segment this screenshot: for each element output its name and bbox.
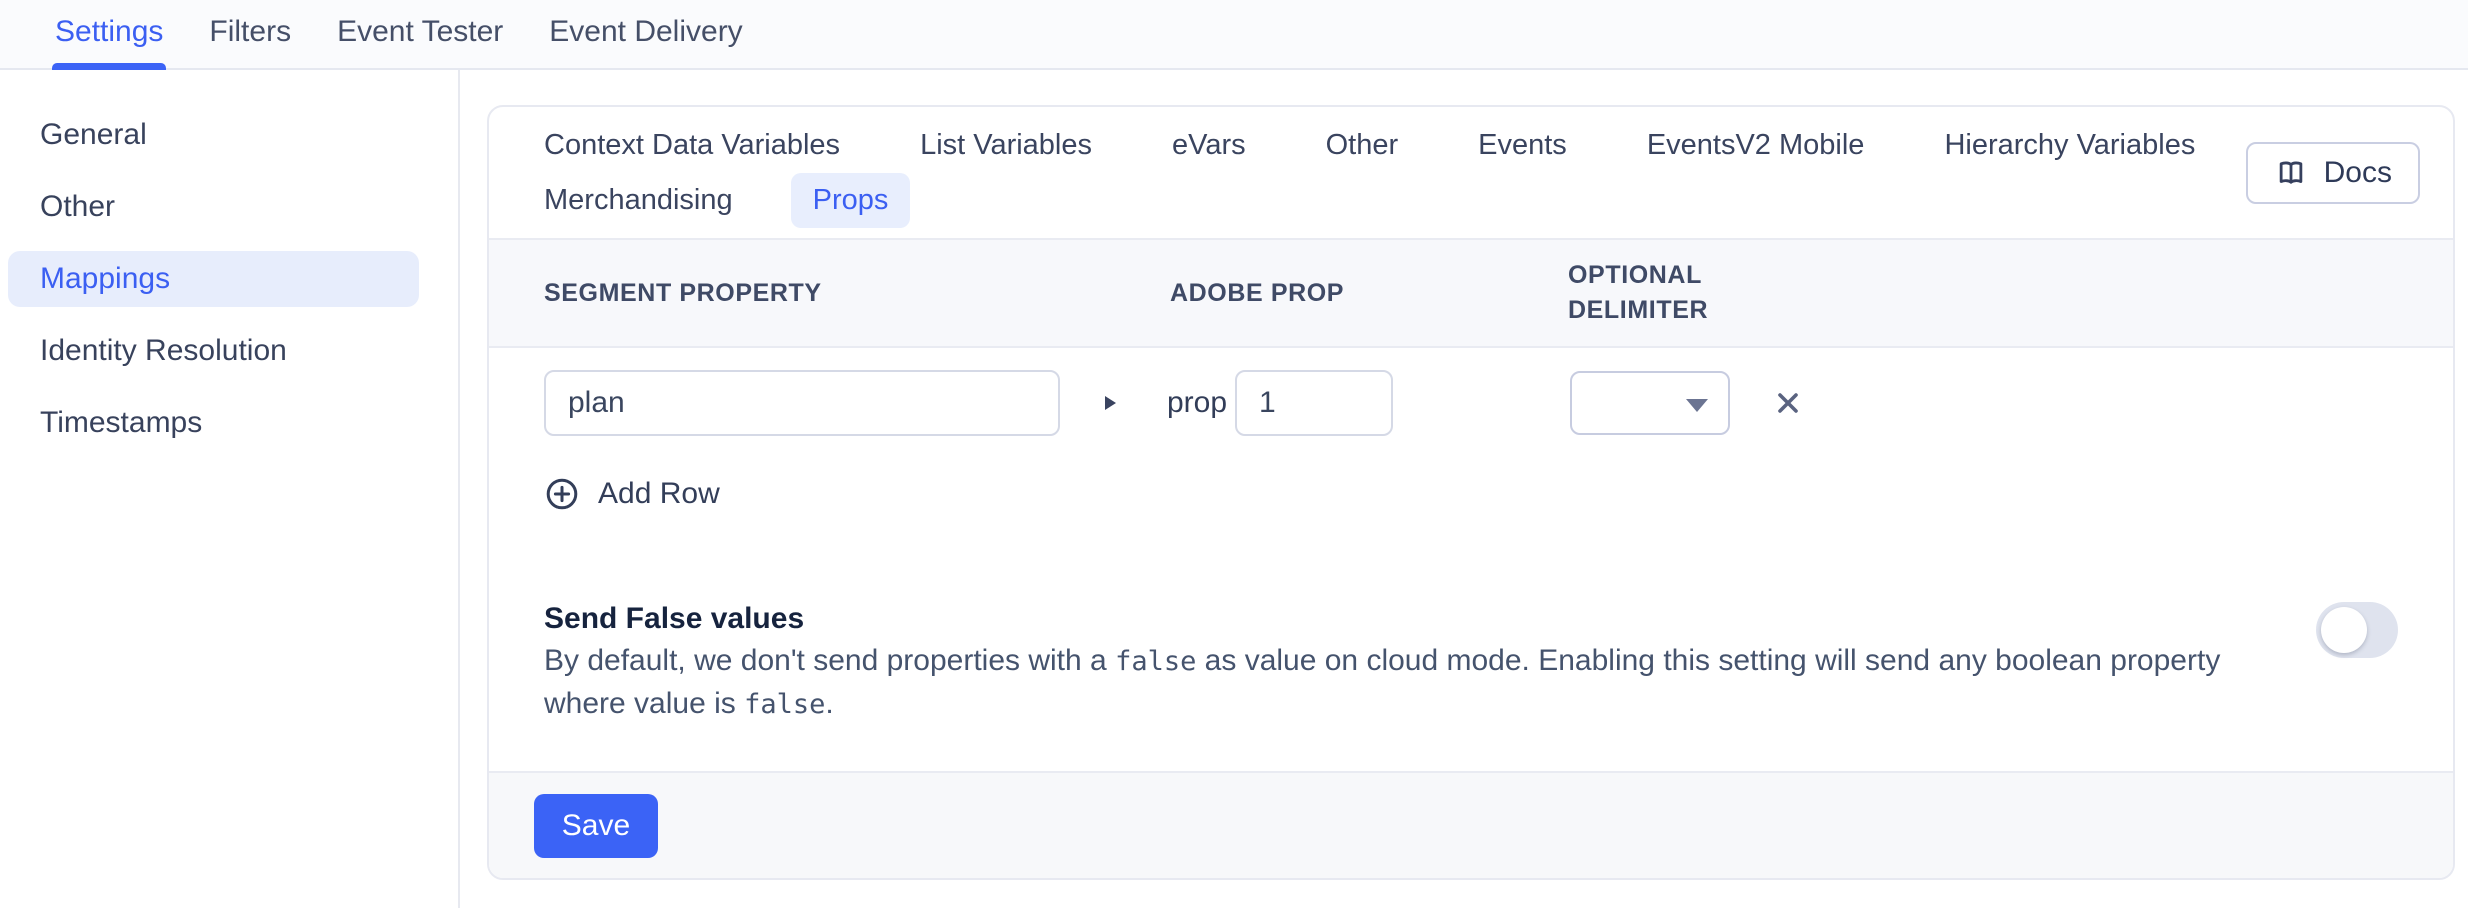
tab-hierarchy-variables[interactable]: Hierarchy Variables [1922, 118, 2217, 173]
mappings-card: Context Data Variables List Variables eV… [487, 105, 2455, 880]
code-false: false [744, 689, 825, 720]
mapping-tabs-row-2: Merchandising Props [522, 173, 2217, 228]
tab-eventsv2-mobile[interactable]: EventsV2 Mobile [1625, 118, 1887, 173]
main-content: Context Data Variables List Variables eV… [460, 70, 2468, 908]
sidebar-item-other[interactable]: Other [8, 179, 419, 235]
code-false: false [1115, 646, 1196, 677]
tab-event-tester[interactable]: Event Tester [337, 12, 503, 70]
toggle-knob [2321, 607, 2367, 653]
tab-context-data-variables[interactable]: Context Data Variables [522, 118, 862, 173]
mapping-row: prop [489, 348, 2453, 458]
chevron-down-icon [1686, 399, 1708, 412]
mapping-tabs-row-1: Context Data Variables List Variables eV… [522, 118, 2217, 173]
triangle-right-icon [1104, 394, 1117, 412]
book-icon [2274, 157, 2308, 189]
adobe-prop-number-input[interactable] [1235, 370, 1393, 436]
tab-list-variables[interactable]: List Variables [898, 118, 1114, 173]
save-button[interactable]: Save [534, 794, 658, 858]
docs-button[interactable]: Docs [2246, 142, 2420, 204]
page-body: General Other Mappings Identity Resoluti… [0, 70, 2468, 908]
send-false-values-section: Send False values By default, we don't s… [544, 598, 2398, 726]
send-false-values-description: By default, we don't send properties wit… [544, 640, 2276, 726]
tab-evars[interactable]: eVars [1150, 118, 1268, 173]
column-header-segment-property: SEGMENT PROPERTY [544, 279, 1170, 308]
x-icon [1772, 387, 1804, 419]
add-row-label: Add Row [598, 477, 720, 511]
remove-row-button[interactable] [1772, 387, 1804, 419]
adobe-prop-prefix-label: prop [1167, 386, 1227, 420]
column-header-optional-delimiter: OPTIONAL DELIMITER [1568, 258, 1808, 328]
segment-property-input[interactable] [544, 370, 1060, 436]
sidebar-item-general[interactable]: General [8, 107, 419, 163]
mapping-tabs: Context Data Variables List Variables eV… [522, 118, 2217, 228]
send-false-values-toggle[interactable] [2316, 602, 2398, 658]
send-false-values-text: Send False values By default, we don't s… [544, 598, 2276, 726]
tab-merchandising[interactable]: Merchandising [522, 173, 755, 228]
sidebar-item-mappings[interactable]: Mappings [8, 251, 419, 307]
tab-other[interactable]: Other [1304, 118, 1421, 173]
column-header-adobe-prop: ADOBE PROP [1170, 279, 1568, 308]
sidebar-item-identity-resolution[interactable]: Identity Resolution [8, 323, 419, 379]
tab-props[interactable]: Props [791, 173, 911, 228]
tab-event-delivery[interactable]: Event Delivery [549, 12, 742, 70]
card-footer: Save [489, 771, 2453, 878]
optional-delimiter-select[interactable] [1570, 371, 1730, 435]
tab-events[interactable]: Events [1456, 118, 1589, 173]
docs-button-label: Docs [2324, 156, 2392, 190]
plus-circle-icon [544, 476, 580, 512]
top-navigation: Settings Filters Event Tester Event Deli… [0, 0, 2468, 70]
mappings-card-header: Context Data Variables List Variables eV… [489, 107, 2453, 228]
sidebar-item-timestamps[interactable]: Timestamps [8, 395, 419, 451]
tab-filters[interactable]: Filters [209, 12, 291, 70]
send-false-values-title: Send False values [544, 598, 2276, 640]
mappings-table-header: SEGMENT PROPERTY ADOBE PROP OPTIONAL DEL… [489, 238, 2453, 348]
settings-sidebar: General Other Mappings Identity Resoluti… [0, 70, 460, 908]
add-row-button[interactable]: Add Row [544, 474, 2453, 514]
tab-settings[interactable]: Settings [55, 12, 163, 70]
